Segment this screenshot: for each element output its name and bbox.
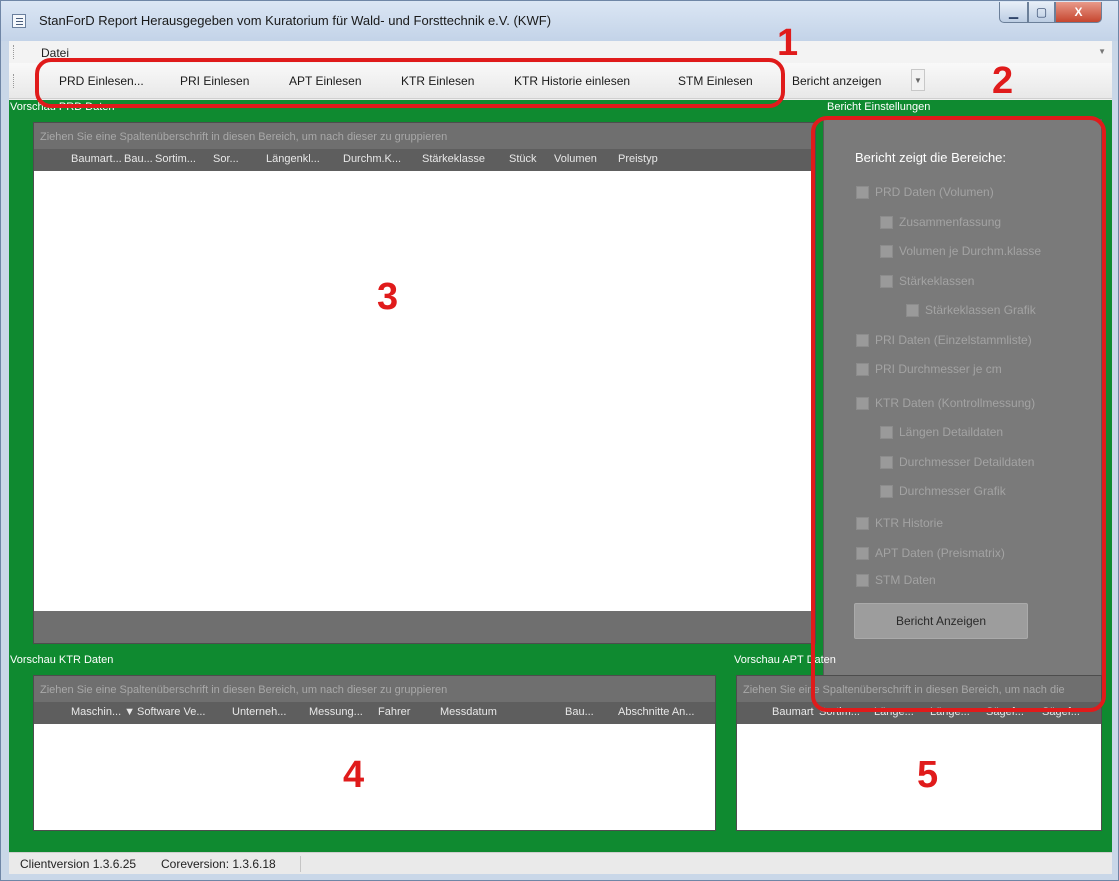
- annotation-number-2: 2: [992, 60, 1014, 102]
- ktr-panel-title: Vorschau KTR Daten: [10, 654, 114, 666]
- ktr-data-grid: Ziehen Sie eine Spaltenüberschrift in di…: [33, 675, 716, 831]
- title-bar[interactable]: StanForD Report Herausgegeben vom Kurato…: [1, 1, 1118, 41]
- menubar-grip-handle[interactable]: [13, 45, 16, 59]
- ktr-grid-body[interactable]: [34, 724, 715, 830]
- ktr-col-abschnitte-anzahl[interactable]: Abschnitte An...: [618, 706, 694, 718]
- ktr-column-header: Maschin... ▼ Software Ve... Unterneh... …: [34, 702, 715, 724]
- prd-data-grid: Ziehen Sie eine Spaltenüberschrift in di…: [33, 122, 816, 644]
- annotation-number-4: 4: [343, 754, 365, 796]
- prd-grid-body[interactable]: [34, 171, 815, 611]
- ktr-col-messung[interactable]: Messung...: [309, 706, 363, 718]
- annotation-number-3: 3: [377, 276, 399, 318]
- prd-group-hint[interactable]: Ziehen Sie eine Spaltenüberschrift in di…: [34, 123, 815, 149]
- prd-col-staerkeklasse[interactable]: Stärkeklasse: [422, 153, 485, 165]
- bericht-anzeigen-dropdown[interactable]: ▼: [911, 69, 925, 91]
- annotation-box-toolbar: [35, 58, 785, 108]
- prd-col-sor[interactable]: Sor...: [213, 153, 239, 165]
- ktr-col-fahrer[interactable]: Fahrer: [378, 706, 410, 718]
- window-title: StanForD Report Herausgegeben vom Kurato…: [39, 13, 552, 28]
- prd-col-bau[interactable]: Bau...: [124, 153, 153, 165]
- annotation-number-1: 1: [777, 22, 799, 64]
- ktr-group-hint[interactable]: Ziehen Sie eine Spaltenüberschrift in di…: [34, 676, 715, 702]
- prd-col-volumen[interactable]: Volumen: [554, 153, 597, 165]
- ktr-col-maschine[interactable]: Maschin... ▼: [71, 706, 135, 718]
- apt-col-baumart[interactable]: Baumart: [772, 706, 814, 718]
- prd-col-baumart[interactable]: Baumart...: [71, 153, 122, 165]
- prd-col-preistyp[interactable]: Preistyp: [618, 153, 658, 165]
- ktr-col-software-version[interactable]: Software Ve...: [137, 706, 205, 718]
- application-window: StanForD Report Herausgegeben vom Kurato…: [0, 0, 1119, 881]
- ktr-col-baumart[interactable]: Bau...: [565, 706, 594, 718]
- close-button[interactable]: X: [1055, 2, 1102, 23]
- prd-col-stueck[interactable]: Stück: [509, 153, 537, 165]
- ktr-col-messdatum[interactable]: Messdatum: [440, 706, 497, 718]
- prd-column-header: Baumart... Bau... Sortim... Sor... Länge…: [34, 149, 815, 171]
- prd-col-laengenklasse[interactable]: Längenkl...: [266, 153, 320, 165]
- menubar-overflow-icon[interactable]: ▼: [1098, 47, 1106, 56]
- minimize-button[interactable]: ▁: [999, 2, 1028, 23]
- bericht-anzeigen-button[interactable]: Bericht anzeigen: [792, 74, 881, 88]
- toolbar-grip-handle[interactable]: [13, 74, 16, 88]
- prd-col-durchmesserklasse[interactable]: Durchm.K...: [343, 153, 401, 165]
- ktr-col-unternehmer[interactable]: Unterneh...: [232, 706, 286, 718]
- client-version: Clientversion 1.3.6.25: [20, 857, 137, 871]
- client-area: Datei ▼ PRD Einlesen... PRI Einlesen APT…: [9, 22, 1112, 874]
- core-version: Coreversion: 1.3.6.18: [161, 857, 276, 871]
- chevron-down-icon: ▼: [914, 75, 922, 85]
- app-grid-icon: [12, 14, 26, 28]
- annotation-box-settings: [811, 116, 1106, 712]
- maximize-button[interactable]: ▢: [1028, 2, 1055, 23]
- workspace: Vorschau PRD Daten Ziehen Sie eine Spalt…: [9, 22, 1112, 852]
- settings-panel-title: Bericht Einstellungen: [827, 101, 931, 113]
- prd-col-sortiment[interactable]: Sortim...: [155, 153, 196, 165]
- status-separator: [300, 856, 301, 872]
- annotation-number-5: 5: [917, 754, 939, 796]
- status-bar: Clientversion 1.3.6.25 Coreversion: 1.3.…: [9, 852, 1112, 874]
